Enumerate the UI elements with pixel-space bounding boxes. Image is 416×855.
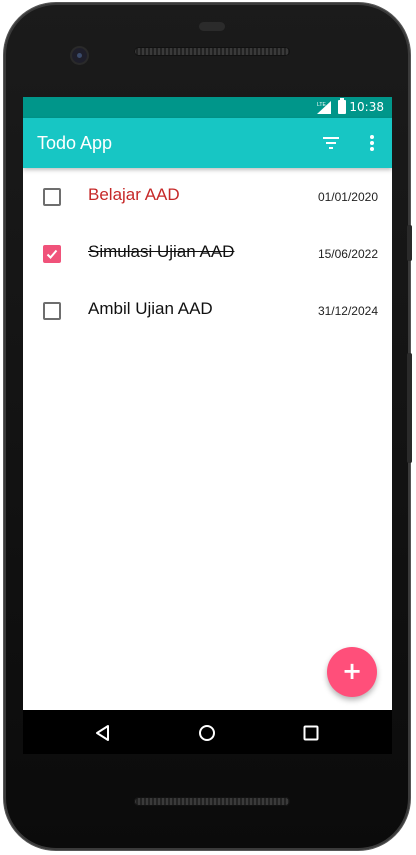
todo-checkbox[interactable]	[43, 188, 61, 206]
battery-icon	[338, 98, 346, 114]
todo-list: Belajar AAD 01/01/2020 Simulasi Ujian AA…	[23, 168, 392, 339]
bottom-speaker-grille	[134, 797, 290, 806]
app-bar: Todo App	[23, 118, 392, 168]
todo-title: Belajar AAD	[88, 185, 180, 204]
todo-checkbox-checked[interactable]	[43, 245, 61, 263]
todo-title: Simulasi Ujian AAD	[88, 242, 235, 261]
add-todo-button[interactable]: +	[327, 647, 377, 697]
more-vert-icon[interactable]	[361, 132, 383, 154]
todo-title: Ambil Ujian AAD	[88, 299, 213, 318]
front-camera	[72, 48, 87, 63]
todo-item-ambil-ujian-aad[interactable]: Ambil Ujian AAD 31/12/2024	[23, 282, 392, 339]
app-title: Todo App	[37, 133, 113, 153]
back-icon[interactable]	[91, 721, 115, 745]
status-bar: LTE 10:38	[23, 97, 392, 118]
navigation-bar	[23, 710, 392, 754]
add-icon: +	[341, 657, 363, 685]
todo-due-date: 01/01/2020	[317, 190, 378, 204]
todo-checkbox[interactable]	[43, 302, 61, 320]
power-button	[407, 225, 412, 261]
top-speaker-grille	[134, 47, 290, 56]
signal-icon: LTE	[317, 101, 331, 114]
home-icon[interactable]	[195, 721, 219, 745]
earpiece	[199, 22, 225, 31]
todo-due-date: 31/12/2024	[317, 304, 378, 318]
volume-button	[407, 353, 412, 463]
filter-list-icon[interactable]	[321, 134, 343, 152]
recents-icon[interactable]	[299, 721, 323, 745]
svg-text:LTE: LTE	[317, 102, 326, 108]
todo-item-simulasi-ujian-aad[interactable]: Simulasi Ujian AAD 15/06/2022	[23, 225, 392, 282]
app-screen: LTE 10:38 Todo App Belajar AAD 01/01/202…	[23, 97, 392, 710]
todo-item-belajar-aad[interactable]: Belajar AAD 01/01/2020	[23, 168, 392, 225]
status-time: 10:38	[349, 100, 384, 114]
todo-due-date: 15/06/2022	[317, 247, 378, 261]
check-icon	[46, 249, 58, 259]
